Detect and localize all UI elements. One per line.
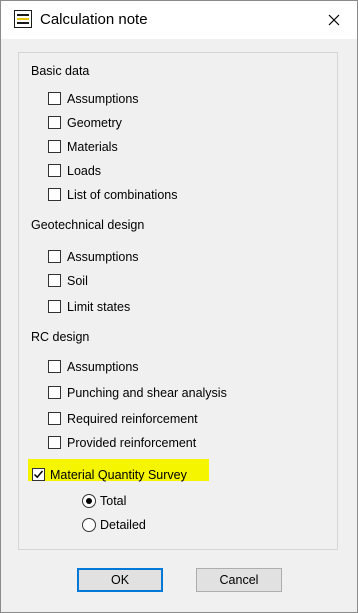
checkbox-geo-assumptions[interactable]: [48, 250, 61, 263]
checkbox-label: Punching and shear analysis: [67, 386, 227, 400]
checkbox-provided-reinforcement[interactable]: [48, 436, 61, 449]
checkbox-label: Assumptions: [67, 92, 139, 106]
radio-detailed[interactable]: [82, 518, 96, 532]
section-header-basic-data: Basic data: [31, 64, 90, 78]
radio-label: Total: [100, 494, 127, 508]
checkbox-label: Assumptions: [67, 250, 139, 264]
checkbox-basic-assumptions[interactable]: [48, 92, 61, 105]
checkbox-material-quantity-survey[interactable]: [32, 468, 45, 481]
checkbox-label: Geometry: [67, 116, 122, 130]
close-button[interactable]: [311, 1, 357, 39]
checkbox-geometry[interactable]: [48, 116, 61, 129]
calculation-note-dialog: Calculation note Basic data Assumptions …: [0, 0, 358, 613]
checkbox-punching-and-shear[interactable]: [48, 386, 61, 399]
checkbox-materials[interactable]: [48, 140, 61, 153]
checkbox-loads[interactable]: [48, 164, 61, 177]
checkmark-icon: [33, 470, 44, 479]
radio-label: Detailed: [100, 518, 146, 532]
checkbox-limit-states[interactable]: [48, 300, 61, 313]
checkbox-label: Soil: [67, 274, 88, 288]
title-bar[interactable]: Calculation note: [1, 1, 357, 39]
checkbox-required-reinforcement[interactable]: [48, 412, 61, 425]
checkbox-list-of-combinations[interactable]: [48, 188, 61, 201]
checkbox-rc-assumptions[interactable]: [48, 360, 61, 373]
checkbox-label: Required reinforcement: [67, 412, 198, 426]
radio-total[interactable]: [82, 494, 96, 508]
checkbox-label: Provided reinforcement: [67, 436, 197, 450]
close-icon: [328, 14, 340, 26]
checkbox-label: Material Quantity Survey: [50, 468, 187, 482]
checkbox-soil[interactable]: [48, 274, 61, 287]
checkbox-label: Limit states: [67, 300, 131, 314]
cancel-button[interactable]: Cancel: [196, 568, 282, 592]
app-icon: [14, 10, 32, 28]
checkbox-label: Assumptions: [67, 360, 139, 374]
ok-button[interactable]: OK: [77, 568, 163, 592]
checkbox-label: List of combinations: [67, 188, 178, 202]
checkbox-label: Loads: [67, 164, 102, 178]
dialog-title: Calculation note: [40, 11, 148, 28]
section-header-rc-design: RC design: [31, 330, 90, 344]
section-header-geotechnical-design: Geotechnical design: [31, 218, 145, 232]
checkbox-label: Materials: [67, 140, 118, 154]
